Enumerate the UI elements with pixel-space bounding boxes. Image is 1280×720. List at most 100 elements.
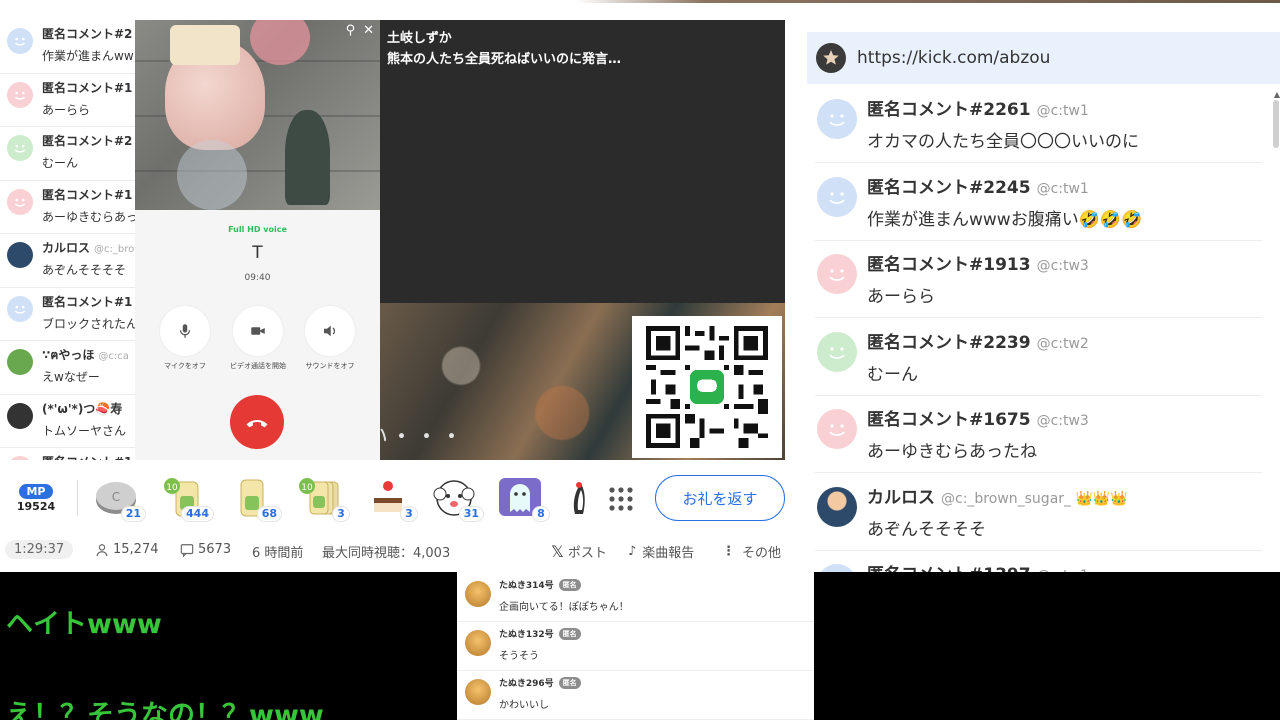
- music-report-link[interactable]: ♪ 楽曲報告: [628, 542, 694, 561]
- avatar: [817, 254, 857, 294]
- post-link[interactable]: 𝕏 ポスト: [551, 542, 607, 561]
- tanuki-comment-item[interactable]: たぬき132号 匿名 そうそう: [457, 621, 814, 671]
- mute-button[interactable]: マイクをオフ: [155, 306, 215, 371]
- comment-text: 企画向いてる！ぽぽちゃん！: [499, 602, 629, 613]
- comment-author: ∵ฅやっほ @c:ca: [42, 348, 129, 362]
- comment-author: カルロス @c:_brown_sugar_ 👑👑👑: [867, 487, 1128, 508]
- left-comment-item[interactable]: カルロス @c:_bro あぞんそそそそ: [0, 234, 140, 288]
- chat-comment-item[interactable]: 匿名コメント#2245 @c:tw1 作業が進まんwwwお腹痛い🤣🤣🤣: [815, 163, 1262, 241]
- channel-url[interactable]: https://kick.com/abzou: [857, 48, 1050, 68]
- mp-badge[interactable]: MP 19524: [13, 480, 59, 513]
- comment-text: ブロックされたん: [42, 316, 139, 331]
- avatar: [7, 242, 33, 268]
- left-comment-item[interactable]: 匿名コメント#1 ブロックされたん: [0, 288, 140, 341]
- comment-author: 匿名コメント#1: [42, 80, 133, 95]
- flower-decoration: [250, 20, 310, 65]
- overlay-title-line2: 熊本の人たち全員死ねばいいのに発言…: [387, 52, 622, 67]
- left-comment-item[interactable]: 匿名コメント#1 あーゆきむらあっ: [0, 181, 140, 234]
- more-menu[interactable]: ⋮ その他: [722, 542, 781, 561]
- video-overlay-title: 土岐しずか 熊本の人たち全員死ねばいいのに発言…: [387, 28, 621, 70]
- sound-off-label: サウンドをオフ: [305, 362, 355, 370]
- scroll-up-arrow-icon[interactable]: ▲: [1274, 90, 1280, 99]
- grid-menu-icon[interactable]: [608, 486, 634, 512]
- comment-author: 匿名コメント#2245 @c:tw1: [867, 177, 1089, 198]
- chat-username: ma9o9ng: [6, 662, 111, 686]
- comment-text: 作業が進まんww: [42, 49, 134, 63]
- top-edge-strip: [0, 0, 1280, 3]
- close-icon[interactable]: ✕: [363, 23, 374, 38]
- chat-comment-item[interactable]: 匿名コメント#2261 @c:tw1 オカマの人たち全員〇〇〇いいのに: [815, 85, 1262, 163]
- smiley-icon: [829, 114, 845, 126]
- more-label: その他: [742, 546, 782, 561]
- svg-text:10: 10: [166, 483, 178, 493]
- gift-juice-10[interactable]: 10 444: [158, 472, 214, 524]
- smiley-icon: [829, 346, 845, 359]
- tanuki-avatar: [465, 581, 491, 607]
- comment-author: 匿名コメント#2239 @c:tw2: [867, 332, 1089, 353]
- smiley-icon: [817, 564, 857, 572]
- gift-coin[interactable]: C 21: [90, 472, 146, 524]
- smiley-icon: [14, 198, 26, 207]
- tanuki-comment-item[interactable]: たぬき314号 匿名 企画向いてる！ぽぽちゃん！: [457, 572, 814, 622]
- chat-username: nunnun00: [6, 572, 120, 593]
- smiley-icon: [14, 37, 26, 46]
- chat-comment-item[interactable]: 匿名コメント#1913 @c:tw3 あーらら: [815, 240, 1262, 318]
- chat-comment-item[interactable]: 匿名コメント#2239 @c:tw2 むーん: [815, 318, 1262, 396]
- video-camera-icon: [251, 327, 265, 335]
- scrollbar-thumb[interactable]: [1273, 100, 1279, 148]
- gift-juice[interactable]: 68: [226, 472, 282, 524]
- comment-author: (*'ω'*)つ🍣寿: [42, 401, 123, 416]
- comment-text: オカマの人たち全員〇〇〇いいのに: [867, 132, 1139, 152]
- left-comment-item[interactable]: 匿名コメント#2 作業が進まんww: [0, 20, 140, 74]
- mute-label: マイクをオフ: [164, 362, 206, 370]
- bottom-comment-list[interactable]: たぬき314号 匿名 企画向いてる！ぽぽちゃん！ たぬき132号 匿名 そうそう たぬき29…: [457, 572, 814, 720]
- gift-cake[interactable]: 3: [362, 472, 418, 524]
- left-comment-item[interactable]: 匿名コメント#1 あーらら: [0, 74, 140, 127]
- sound-off-button[interactable]: サウンドをオフ: [300, 306, 360, 371]
- right-chat-panel[interactable]: https://kick.com/abzou 匿名コメント#2261 @c:tw1…: [800, 20, 1280, 572]
- chat-comment-item[interactable]: カルロス @c:_brown_sugar_ 👑👑👑 あぞんそそそそ: [815, 473, 1262, 551]
- return-thanks-button[interactable]: お礼を返す: [655, 475, 785, 521]
- left-comment-item[interactable]: 匿名コメント#1: [0, 448, 140, 460]
- chat-comment-item[interactable]: 匿名コメント#1397@c:tw1: [815, 550, 1262, 572]
- post-label: ポスト: [567, 546, 607, 561]
- left-comment-item[interactable]: (*'ω'*)つ🍣寿 トムソーヤさん: [0, 395, 140, 448]
- avatar: [7, 188, 33, 215]
- cream-topping: [170, 25, 240, 65]
- call-contact-name: T: [252, 243, 263, 263]
- comment-text: あぞんそそそそ: [867, 519, 986, 540]
- tanuki-avatar: [465, 630, 491, 656]
- x-logo-icon: 𝕏: [551, 542, 564, 561]
- left-comment-item[interactable]: 匿名コメント#2 むーん: [0, 127, 140, 181]
- gift-dog[interactable]: 31: [428, 472, 484, 524]
- hangup-button[interactable]: [230, 395, 284, 449]
- qr-code-icon: [646, 326, 768, 448]
- video-call-button[interactable]: ビデオ通話を開始: [228, 306, 288, 371]
- gift-penguin[interactable]: [555, 472, 611, 524]
- svg-text:C: C: [112, 490, 120, 504]
- comment-handle: @c:tw2: [1036, 335, 1089, 352]
- comment-handle: @c:tw3: [1036, 413, 1089, 429]
- mp-label: MP: [19, 484, 53, 499]
- left-comment-item[interactable]: ∵ฅやっほ @c:ca えwなぜー: [0, 341, 140, 395]
- tanuki-comment-item[interactable]: たぬき296号 匿名 かわいいし: [457, 670, 814, 720]
- overlay-title-line1: 土岐しずか: [387, 31, 452, 46]
- gift-ghost[interactable]: 8: [494, 472, 550, 524]
- video-player[interactable]: 土岐しずか 熊本の人たち全員死ねばいいのに発言… やばい・・・ ⚲ ✕ Full…: [135, 20, 785, 460]
- comment-author: 匿名コメント#2: [42, 134, 133, 148]
- channel-url-bar[interactable]: https://kick.com/abzou: [807, 32, 1280, 84]
- gift-count: 3: [332, 506, 350, 522]
- penguin-icon: [573, 482, 585, 514]
- time-ago: 6 時間前: [252, 546, 304, 561]
- chat-comment-item[interactable]: 匿名コメント#1675 @c:tw3 あーゆきむらあったね: [815, 395, 1262, 473]
- music-note-icon: ♪: [628, 544, 637, 559]
- anonymous-badge: 匿名: [558, 628, 581, 640]
- comment-handle: @c:_brown_sugar_ 👑👑👑: [941, 490, 1128, 507]
- pin-icon[interactable]: ⚲: [346, 23, 356, 38]
- comment-handle: @c:tw3: [1036, 258, 1089, 274]
- comment-text: 作業が進まんwwwお腹痛い🤣🤣🤣: [867, 209, 1143, 230]
- smiley-icon: [14, 305, 26, 314]
- left-comment-list[interactable]: 匿名コメント#2 作業が進まんww 匿名コメント#1 あーらら 匿名コメント#2 むーん匿…: [0, 20, 140, 460]
- black-spacer-right: [814, 572, 1280, 720]
- gift-juice-pack-10[interactable]: 10 3: [294, 472, 350, 524]
